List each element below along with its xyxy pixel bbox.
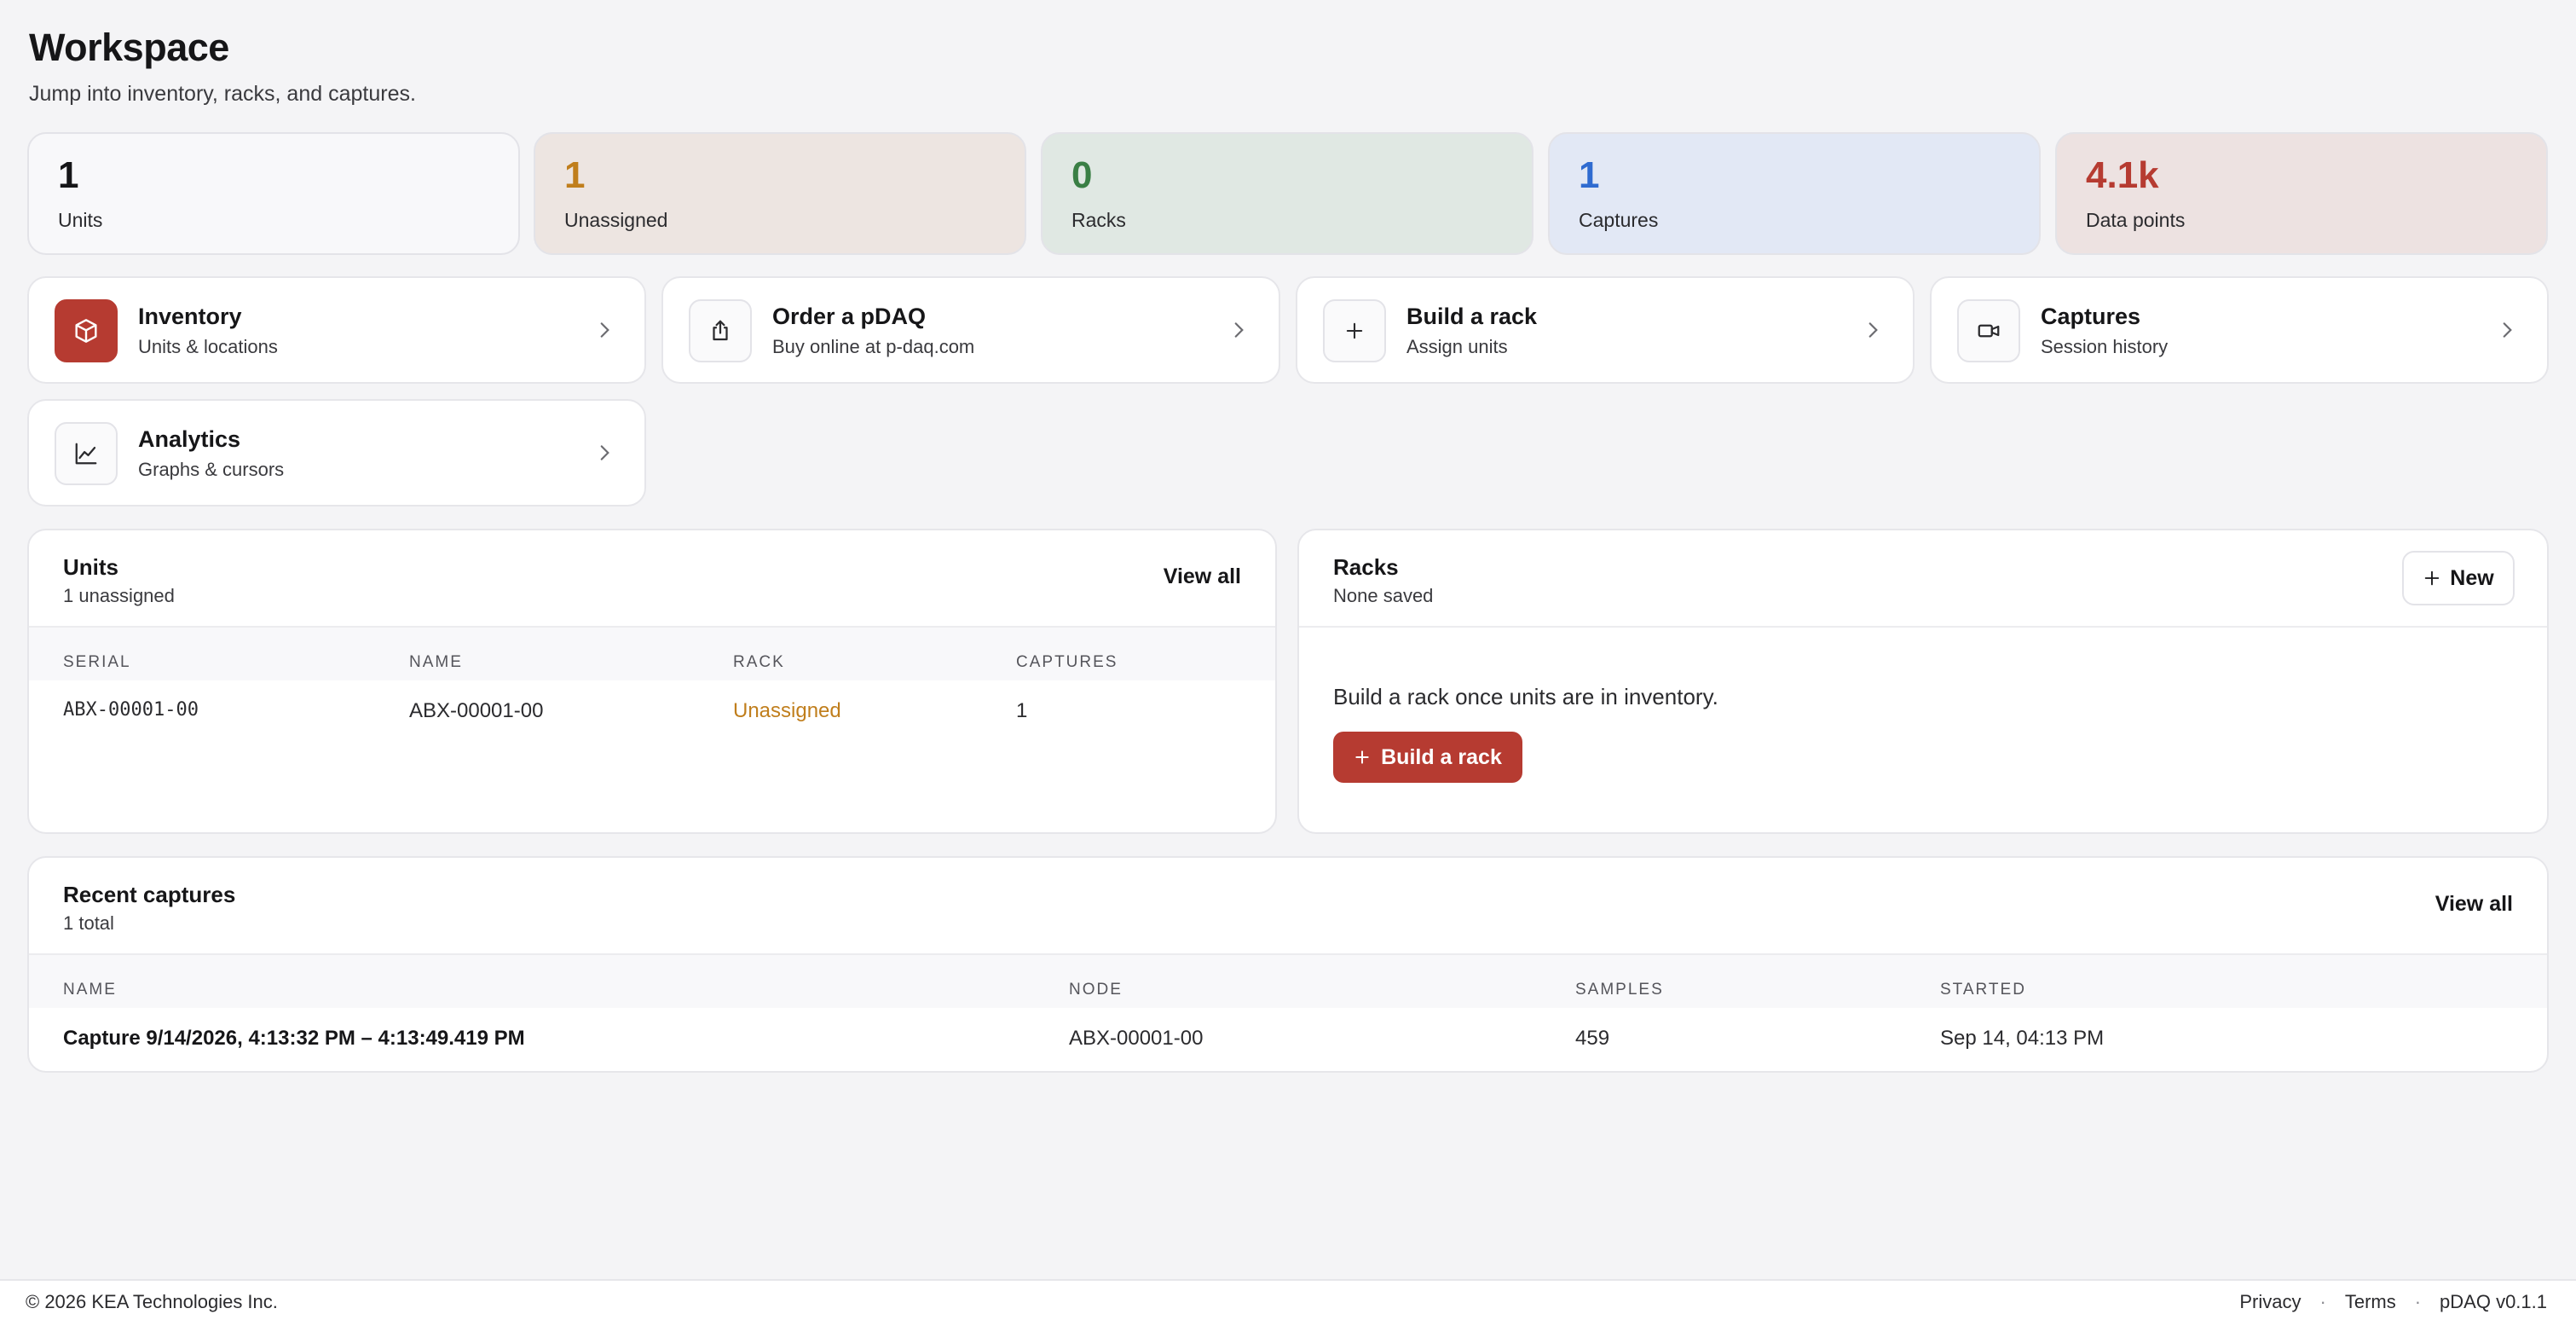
units-panel: Units 1 unassigned View all SERIAL NAME …	[27, 529, 1277, 834]
racks-empty-text: Build a rack once units are in inventory…	[1333, 684, 1718, 709]
nav-card-subtitle: Buy online at p-daq.com	[772, 336, 975, 357]
capture-samples: 459	[1575, 1027, 1610, 1050]
footer-links: Privacy · Terms · pDAQ v0.1.1	[2239, 1291, 2547, 1313]
view-all-captures-link[interactable]: View all	[2435, 892, 2513, 917]
page-title: Workspace	[29, 26, 229, 69]
panel-title: Units	[63, 554, 118, 580]
column-header-serial[interactable]: SERIAL	[63, 653, 131, 672]
unit-name: ABX-00001-00	[409, 699, 544, 722]
nav-card-title: Captures	[2041, 304, 2141, 329]
chevron-right-icon	[600, 445, 609, 460]
chevron-right-icon	[1234, 322, 1244, 338]
box-icon	[55, 299, 118, 362]
column-header-node[interactable]: NODE	[1069, 981, 1123, 999]
stat-card-captures[interactable]: 1 Captures	[1548, 132, 2041, 255]
separator: ·	[2414, 1291, 2422, 1312]
page-subtitle: Jump into inventory, racks, and captures…	[29, 82, 416, 106]
column-header-captures[interactable]: CAPTURES	[1016, 653, 1118, 672]
copyright-text: © 2026 KEA Technologies Inc.	[26, 1291, 278, 1312]
stat-label: Units	[58, 209, 103, 231]
nav-card-order-pdaq[interactable]: Order a pDAQ Buy online at p-daq.com	[661, 276, 1280, 384]
recent-captures-panel: Recent captures 1 total View all NAME NO…	[27, 856, 2549, 1073]
column-header-name[interactable]: NAME	[63, 981, 117, 999]
capture-node: ABX-00001-00	[1069, 1027, 1204, 1050]
stat-value: 4.1k	[2086, 154, 2159, 196]
build-rack-label: Build a rack	[1381, 744, 1502, 769]
panel-subtitle: 1 total	[63, 912, 114, 934]
stat-value: 1	[58, 154, 79, 196]
table-header: SERIAL NAME RACK CAPTURES	[29, 628, 1275, 680]
stat-label: Racks	[1071, 209, 1126, 231]
nav-card-subtitle: Session history	[2041, 336, 2169, 357]
capture-name: Capture 9/14/2026, 4:13:32 PM – 4:13:49.…	[63, 1027, 525, 1050]
stat-label: Captures	[1579, 209, 1659, 231]
racks-panel: Racks None saved New Build a rack once u…	[1297, 529, 2549, 834]
separator: ·	[2319, 1291, 2326, 1312]
capture-started: Sep 14, 04:13 PM	[1940, 1027, 2105, 1050]
unit-serial: ABX-00001-00	[63, 699, 199, 721]
stat-card-data-points[interactable]: 4.1k Data points	[2055, 132, 2548, 255]
nav-card-title: Build a rack	[1406, 304, 1538, 329]
nav-card-subtitle: Assign units	[1406, 336, 1508, 357]
nav-card-subtitle: Graphs & cursors	[138, 459, 285, 480]
panel-title: Racks	[1333, 554, 1399, 580]
nav-card-title: Inventory	[138, 304, 242, 329]
stat-value: 1	[564, 154, 586, 196]
chevron-right-icon	[1868, 322, 1878, 338]
nav-card-inventory[interactable]: Inventory Units & locations	[27, 276, 646, 384]
workspace-page: Workspace Jump into inventory, racks, an…	[0, 0, 2576, 1320]
version-text: pDAQ v0.1.1	[2440, 1291, 2547, 1312]
build-rack-button[interactable]: Build a rack	[1333, 732, 1522, 783]
share-icon	[689, 299, 752, 362]
plus-icon	[1355, 750, 1369, 764]
nav-card-build-rack[interactable]: Build a rack Assign units	[1296, 276, 1915, 384]
column-header-rack[interactable]: RACK	[733, 653, 785, 672]
column-header-started[interactable]: STARTED	[1940, 981, 2026, 999]
nav-card-title: Analytics	[138, 426, 241, 452]
plus-icon	[1323, 299, 1386, 362]
unit-rack-status: Unassigned	[733, 699, 841, 722]
table-row[interactable]: Capture 9/14/2026, 4:13:32 PM – 4:13:49.…	[29, 1008, 2547, 1071]
stat-card-units[interactable]: 1 Units	[27, 132, 520, 255]
video-icon	[1957, 299, 2020, 362]
chart-icon	[55, 422, 118, 485]
chevron-right-icon	[2503, 322, 2512, 338]
stat-card-racks[interactable]: 0 Racks	[1041, 132, 1533, 255]
view-all-units-link[interactable]: View all	[1164, 564, 1241, 589]
divider	[1299, 626, 2547, 628]
terms-link[interactable]: Terms	[2345, 1291, 2396, 1313]
panel-subtitle: None saved	[1333, 585, 1434, 606]
stat-label: Data points	[2086, 209, 2186, 231]
column-header-samples[interactable]: SAMPLES	[1575, 981, 1664, 999]
plus-icon	[2425, 570, 2440, 586]
stat-label: Unassigned	[564, 209, 668, 231]
footer: © 2026 KEA Technologies Inc. Privacy · T…	[0, 1279, 2576, 1320]
new-rack-button[interactable]: New	[2402, 551, 2515, 605]
panel-title: Recent captures	[63, 882, 236, 907]
stat-value: 0	[1071, 154, 1093, 196]
new-rack-label: New	[2450, 565, 2494, 590]
nav-card-analytics[interactable]: Analytics Graphs & cursors	[27, 399, 646, 507]
unit-captures-count: 1	[1016, 699, 1028, 722]
table-row[interactable]: ABX-00001-00 ABX-00001-00 Unassigned 1	[29, 680, 1275, 747]
stat-value: 1	[1579, 154, 1600, 196]
table-header: NAME NODE SAMPLES STARTED	[29, 955, 2547, 1008]
nav-card-subtitle: Units & locations	[138, 336, 278, 357]
chevron-right-icon	[600, 322, 609, 338]
panel-subtitle: 1 unassigned	[63, 585, 175, 606]
privacy-link[interactable]: Privacy	[2239, 1291, 2301, 1313]
column-header-name[interactable]: NAME	[409, 653, 463, 672]
stat-card-unassigned[interactable]: 1 Unassigned	[534, 132, 1026, 255]
nav-card-title: Order a pDAQ	[772, 304, 927, 329]
nav-card-captures[interactable]: Captures Session history	[1930, 276, 2549, 384]
